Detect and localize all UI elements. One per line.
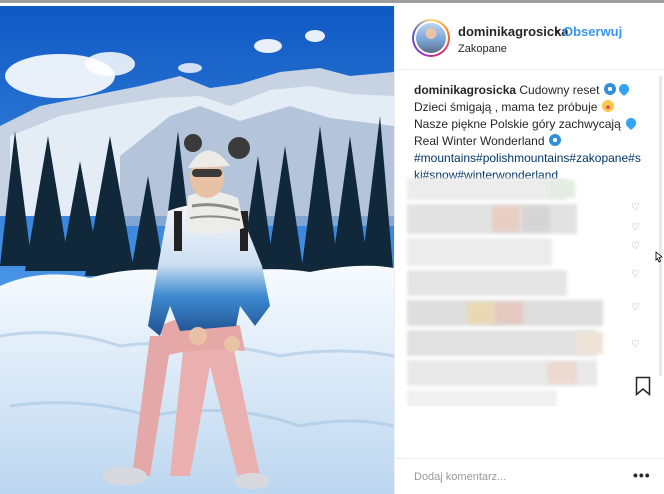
- comments-section[interactable]: dominikagrosicka Cudowny reset Dzieci śm…: [395, 70, 664, 406]
- comments-scrollbar[interactable]: [659, 76, 662, 376]
- caption-line-3: Nasze piękne Polskie góry zachwycają: [414, 117, 621, 131]
- blurred-block: [577, 332, 603, 354]
- avatar[interactable]: [412, 19, 450, 57]
- blurred-comments: [407, 178, 612, 406]
- blurred-block: [522, 206, 550, 232]
- caption-username[interactable]: dominikagrosicka: [414, 83, 516, 97]
- post-window: dominikagrosicka • Obserwuj Zakopane dom…: [0, 0, 664, 494]
- separator-dot: •: [555, 24, 560, 39]
- mouse-cursor-icon: [655, 251, 663, 263]
- snowflake-emoji-icon: [603, 83, 616, 95]
- heart-icon[interactable]: ♡: [631, 270, 641, 280]
- snowflake-emoji-icon: [548, 134, 561, 146]
- comment-footer: •••: [395, 458, 664, 494]
- blurred-block: [407, 178, 567, 200]
- blue-heart-emoji-icon: [616, 81, 631, 97]
- location-link[interactable]: Zakopane: [458, 43, 507, 55]
- post-photo[interactable]: [0, 6, 394, 494]
- photo-scene: [0, 6, 394, 494]
- caption-line-1: Cudowny reset: [519, 83, 600, 97]
- blurred-block: [547, 362, 577, 384]
- face-emoji-icon: [601, 100, 614, 112]
- post-header: dominikagrosicka • Obserwuj Zakopane: [395, 6, 664, 70]
- blurred-block: [547, 180, 575, 198]
- blurred-block: [407, 270, 567, 296]
- heart-icon[interactable]: ♡: [631, 242, 641, 252]
- blurred-block: [407, 330, 597, 356]
- blue-heart-emoji-icon: [623, 115, 639, 131]
- caption-line-2: Dzieci śmigają , mama tez próbuje: [414, 100, 598, 114]
- more-options-icon[interactable]: •••: [633, 467, 651, 483]
- post-side-panel: dominikagrosicka • Obserwuj Zakopane dom…: [394, 6, 664, 494]
- heart-icon[interactable]: ♡: [631, 203, 641, 213]
- bookmark-icon[interactable]: [635, 376, 651, 396]
- blurred-block: [467, 302, 495, 324]
- avatar-image: [416, 23, 446, 53]
- blurred-block: [407, 238, 552, 266]
- blurred-block: [495, 302, 523, 324]
- username-link[interactable]: dominikagrosicka: [458, 24, 569, 39]
- heart-icon[interactable]: ♡: [631, 340, 641, 350]
- caption-line-4: Real Winter Wonderland: [414, 134, 545, 148]
- blurred-block: [492, 206, 520, 232]
- avatar-ring: [414, 21, 448, 55]
- blurred-block: [407, 390, 557, 406]
- heart-icon[interactable]: ♡: [631, 303, 641, 313]
- follow-button[interactable]: Obserwuj: [563, 24, 622, 39]
- post-caption: dominikagrosicka Cudowny reset Dzieci śm…: [414, 81, 642, 184]
- comment-input[interactable]: [414, 471, 614, 483]
- heart-icon[interactable]: ♡: [631, 223, 641, 233]
